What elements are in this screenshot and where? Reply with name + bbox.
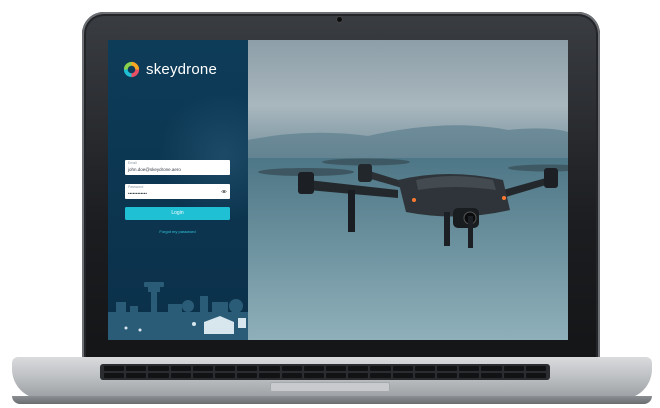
drone-photo [248,125,568,340]
brand-logo: skeydrone [122,60,217,79]
forgot-password-link[interactable]: Forgot my password [125,229,230,234]
trackpad [270,382,390,392]
brand-name: skeydrone [146,61,218,78]
laptop-screen: skeydrone Email john.doe@skeydrone.aero … [108,40,568,340]
airport-skyline-illustration [108,282,248,340]
laptop-base-edge [12,396,652,404]
skeydrone-logo-icon [123,61,140,78]
eye-icon[interactable] [221,189,227,194]
email-label: Email [128,161,137,165]
password-label: Password [128,185,144,189]
password-field[interactable]: Password •••••••••••• [125,184,230,199]
webcam [337,17,342,22]
panel-background-glow [158,90,248,220]
email-value: john.doe@skeydrone.aero [128,166,181,172]
drone-hero-image [248,40,568,340]
login-panel: skeydrone Email john.doe@skeydrone.aero … [108,40,248,340]
login-button[interactable]: Login [125,207,230,220]
password-value: •••••••••••• [128,190,147,196]
email-field[interactable]: Email john.doe@skeydrone.aero [125,160,230,175]
keyboard [100,364,550,380]
